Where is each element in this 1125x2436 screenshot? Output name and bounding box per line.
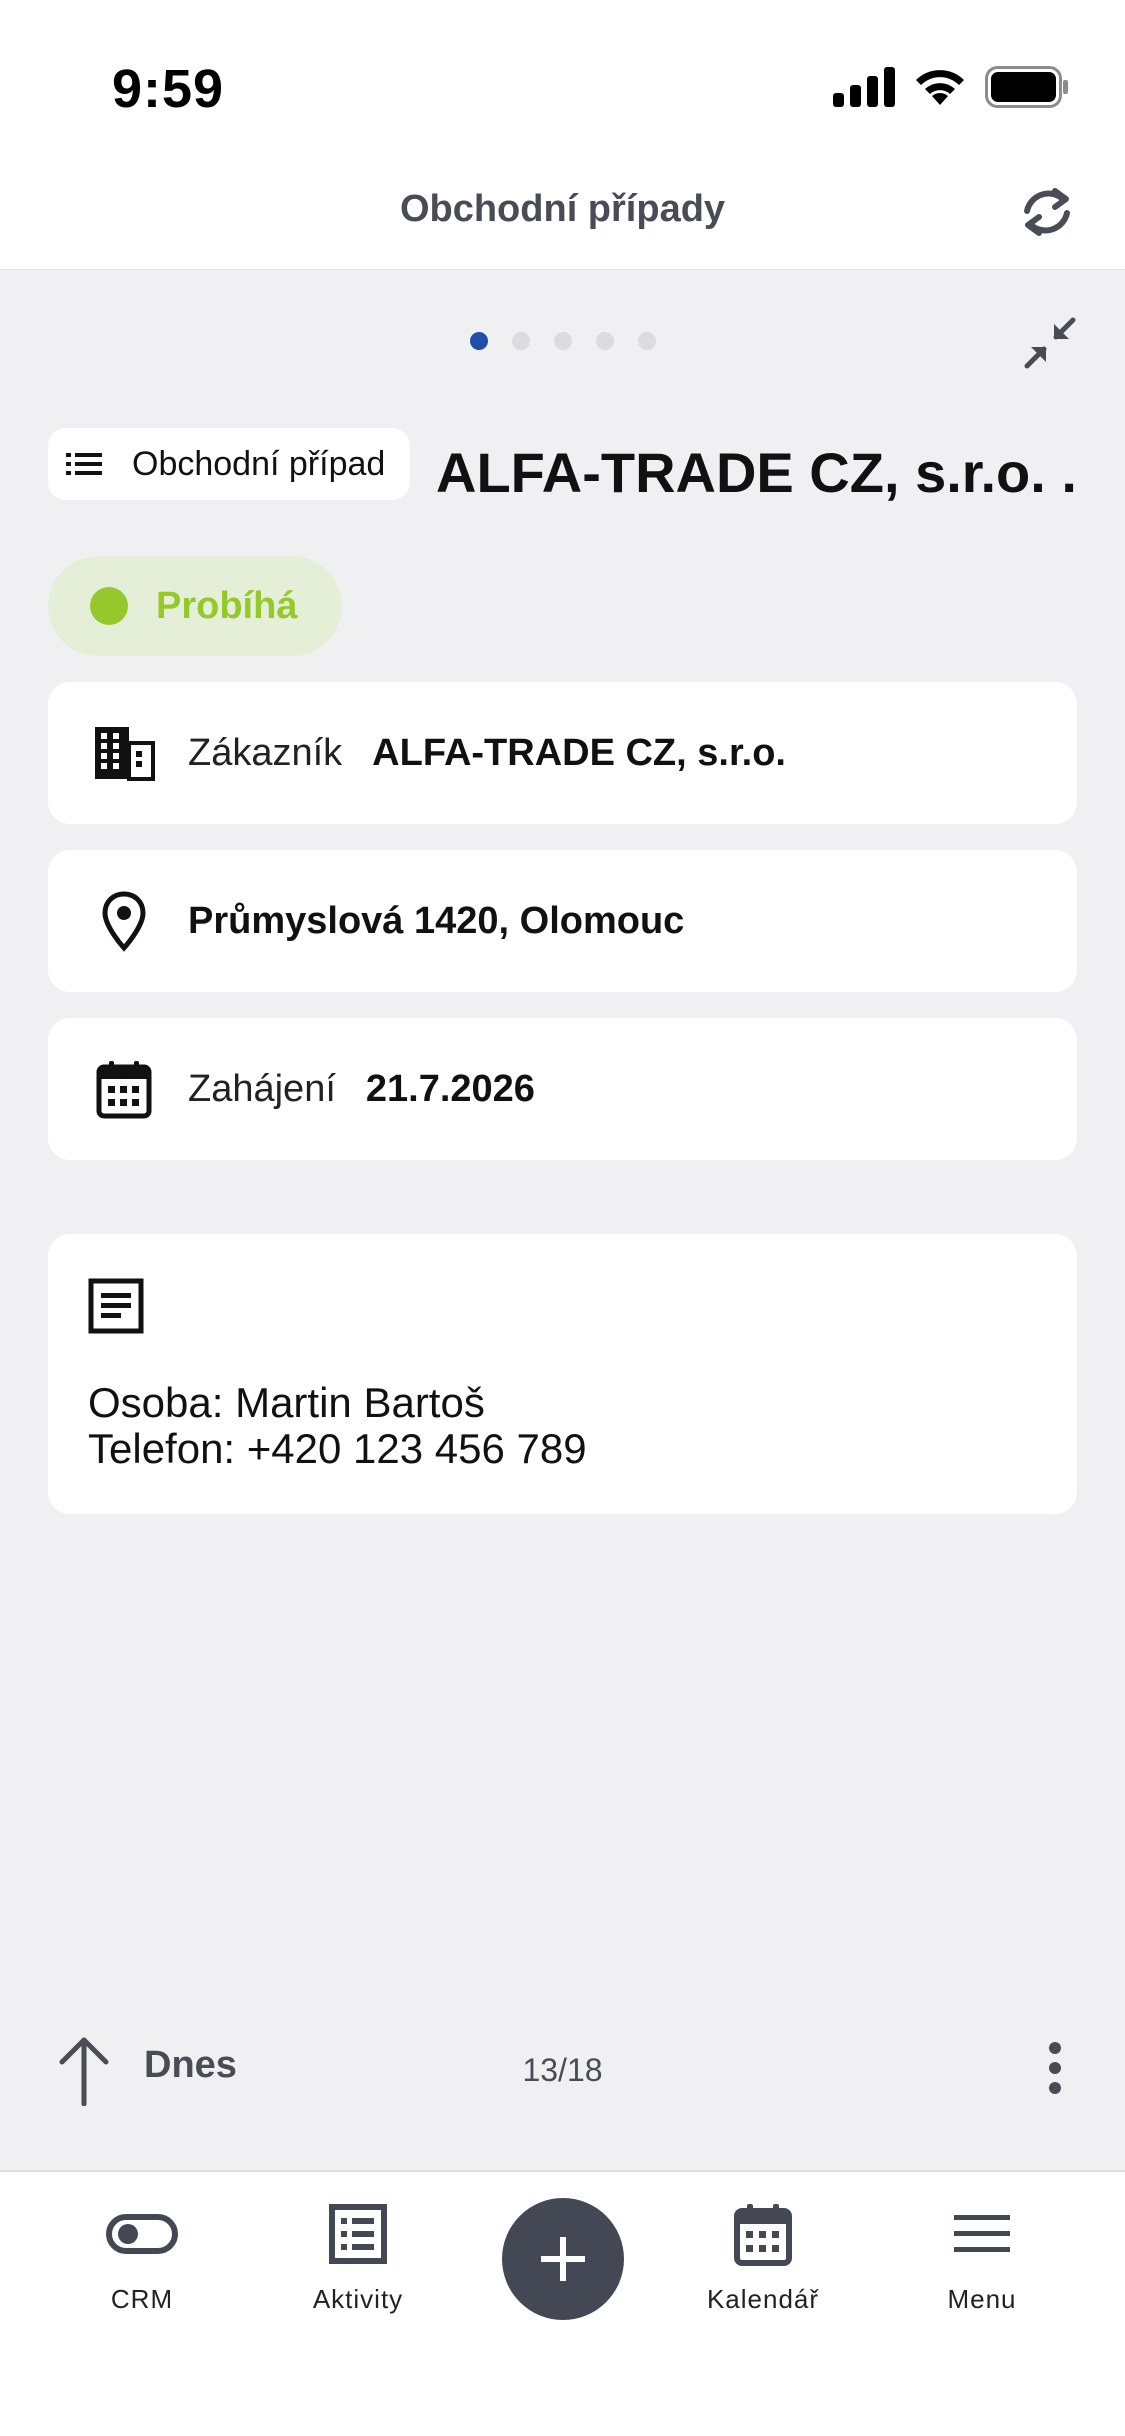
customer-value: ALFA-TRADE CZ, s.r.o. <box>372 731 786 774</box>
note-phone-line: Telefon: +420 123 456 789 <box>88 1425 587 1472</box>
calendar-icon <box>92 1057 156 1121</box>
tab-label-menu: Menu <box>947 2284 1017 2314</box>
case-type-label: Obchodní případ <box>132 444 386 483</box>
location-pin-icon <box>92 889 156 953</box>
tab-crm[interactable]: CRM <box>42 2196 242 2315</box>
plus-icon <box>541 2237 585 2281</box>
collapse-arrows-icon <box>1024 317 1076 369</box>
calendar-icon <box>725 2196 801 2272</box>
start-value: 21.7.2026 <box>365 1067 535 1110</box>
refresh-icon <box>1024 188 1070 236</box>
tab-label-kalendar: Kalendář <box>706 2284 820 2314</box>
page-dot-1[interactable] <box>469 332 488 350</box>
menu-icon <box>944 2196 1020 2272</box>
status-text: Probíhá <box>156 584 298 627</box>
address-card[interactable]: Průmyslová 1420, Olomouc <box>48 850 1077 992</box>
record-counter: 13/18 <box>522 2052 603 2088</box>
status-time: 9:59 <box>112 59 225 119</box>
note-text: Osoba: Martin Bartoš Telefon: +420 123 4… <box>88 1380 587 1472</box>
page-dot-4[interactable] <box>595 332 614 350</box>
case-title: ALFA-TRADE CZ, s.r.o. ... <box>436 441 1076 504</box>
customer-label: Zákazník <box>188 731 343 774</box>
add-button[interactable] <box>502 2198 624 2320</box>
building-icon <box>92 721 156 785</box>
note-person-line: Osoba: Martin Bartoš <box>88 1379 485 1426</box>
status-bar: 9:59 <box>0 0 1125 170</box>
status-icons <box>833 66 1069 108</box>
tab-bar: CRM Aktivity Kalendář Menu <box>0 2170 1125 2436</box>
tab-label-aktivity: Aktivity <box>312 2284 404 2314</box>
tab-label-crm: CRM <box>110 2284 174 2314</box>
battery-icon <box>985 66 1068 108</box>
customer-card[interactable]: Zákazník ALFA-TRADE CZ, s.r.o. <box>48 682 1077 824</box>
start-date-card[interactable]: Zahájení 21.7.2026 <box>48 1018 1077 1160</box>
toggle-icon <box>104 2196 180 2272</box>
list-icon <box>66 453 102 475</box>
page-dot-3[interactable] <box>553 332 572 350</box>
more-vertical-icon <box>1049 2042 1061 2094</box>
record-navigation-bar: Dnes 13/18 <box>0 1996 1125 2136</box>
more-options-button[interactable] <box>1035 2032 1075 2104</box>
app-header: Obchodní případy <box>0 170 1125 270</box>
cellular-signal-icon <box>833 67 895 107</box>
note-icon <box>86 1276 150 1340</box>
status-dot-icon <box>90 587 128 625</box>
status-badge: Probíhá <box>48 556 342 656</box>
tab-menu[interactable]: Menu <box>882 2196 1082 2315</box>
case-type-chip[interactable]: Obchodní případ <box>48 428 410 500</box>
refresh-button[interactable] <box>1011 176 1083 248</box>
wifi-icon <box>916 70 964 105</box>
page-title: Obchodní případy <box>399 188 726 230</box>
start-label: Zahájení <box>188 1067 336 1110</box>
page-indicator[interactable] <box>0 332 1125 350</box>
tab-kalendar[interactable]: Kalendář <box>663 2196 863 2315</box>
collapse-button[interactable] <box>1015 308 1085 378</box>
list-icon <box>320 2196 396 2272</box>
page-dot-2[interactable] <box>511 332 530 350</box>
page-dot-5[interactable] <box>637 332 656 350</box>
note-card[interactable]: Osoba: Martin Bartoš Telefon: +420 123 4… <box>48 1234 1077 1514</box>
address-value: Průmyslová 1420, Olomouc <box>188 899 685 942</box>
tab-aktivity[interactable]: Aktivity <box>258 2196 458 2315</box>
